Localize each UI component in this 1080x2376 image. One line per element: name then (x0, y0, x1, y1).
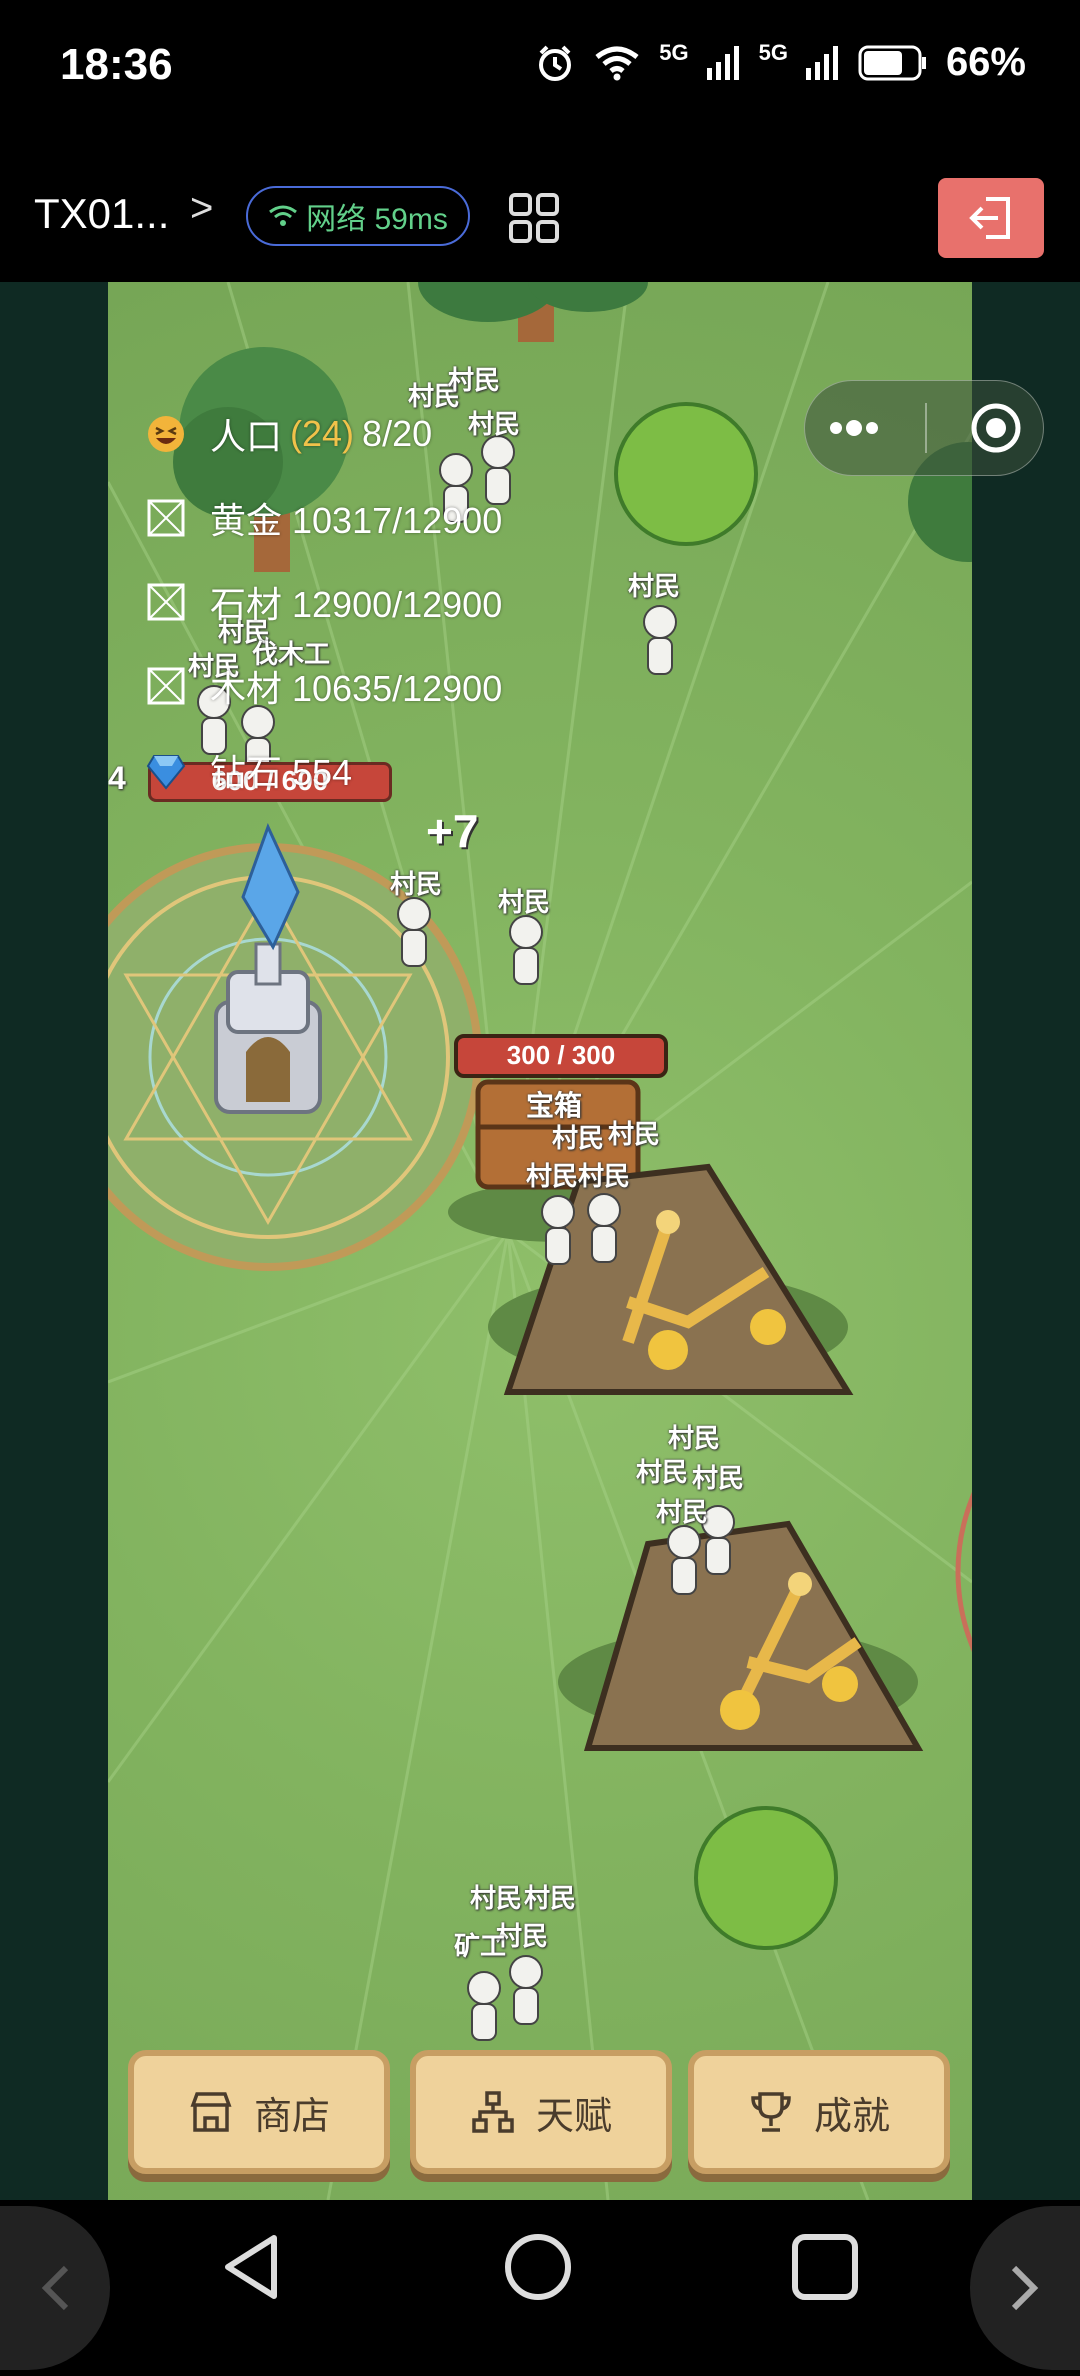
app-header: TX01... > 网络 59ms (0, 130, 1080, 282)
villager-label: 村民 (498, 887, 551, 917)
villager-label: 村民 (636, 1457, 689, 1487)
left-edge-number: 4 (108, 760, 126, 796)
chevron-right-icon (1011, 2265, 1039, 2311)
wood-value: 木材 10635/12900 (210, 668, 503, 709)
enemy-range-ring (955, 1492, 972, 1652)
gold-mine (558, 1520, 924, 1751)
gem-row: 钻石 554 (146, 744, 352, 796)
store-icon (190, 2092, 232, 2132)
back-icon[interactable] (218, 2232, 288, 2302)
population-label: 人口 (210, 416, 283, 457)
gold-row: 黄金 10317/12900 (146, 492, 502, 544)
talent-button[interactable]: 天赋 (410, 2050, 672, 2174)
chevron-right-icon[interactable]: > (190, 186, 213, 231)
wood-row: 木材 10635/12900 (146, 660, 502, 712)
villager-label: 村民 (628, 571, 681, 601)
signal-icon: 5G (659, 39, 689, 65)
chest-label: 宝箱 (526, 1090, 583, 1121)
battery-percent: 66% (945, 40, 1026, 84)
villager-label: 村民 (668, 1423, 721, 1453)
gem-icon (146, 755, 186, 790)
population-row: 人口 (24) 8/20 (146, 408, 432, 460)
gold-value: 黄金 10317/12900 (210, 500, 503, 541)
battery-icon (858, 45, 926, 80)
image-placeholder-icon (147, 499, 185, 537)
alarm-icon (539, 45, 572, 81)
chevron-left-icon (41, 2265, 69, 2311)
stone-value: 石材 12900/12900 (210, 584, 503, 625)
mini-program-capsule (804, 380, 1044, 476)
app-title[interactable]: TX01... (34, 190, 169, 238)
home-icon[interactable] (503, 2232, 573, 2302)
status-time: 18:36 (60, 40, 173, 89)
bush (614, 402, 758, 546)
chest-hp-bar: 300 / 300 (454, 1034, 668, 1078)
letterbox-left (0, 282, 108, 2200)
record-icon[interactable] (970, 402, 1022, 454)
capsule-divider (924, 403, 927, 453)
villager-label: 村民 (578, 1161, 631, 1191)
stone-row: 石材 12900/12900 (146, 576, 502, 628)
villager-label: 村民 (448, 365, 501, 395)
laugh-emoji-icon (148, 416, 184, 452)
reward-popup: +7 (426, 805, 479, 857)
status-bar: 18:36 5G 5G 66% (0, 0, 1080, 130)
miner-label: 矿工 (454, 1931, 507, 1961)
hierarchy-icon (472, 2091, 514, 2133)
wifi-icon (269, 205, 298, 226)
villager-label: 村民 (608, 1119, 661, 1149)
signal-bars-icon (805, 45, 838, 80)
villager-label: 村民 (526, 1161, 579, 1191)
villager-label: 村民 (524, 1883, 577, 1913)
network-status[interactable]: 网络 59ms (246, 186, 470, 246)
more-icon[interactable] (826, 418, 882, 438)
gem-value: 钻石 554 (210, 752, 353, 793)
signal-icon: 5G (758, 39, 788, 65)
letterbox-right (972, 282, 1080, 2200)
villager-label: 村民 (656, 1497, 709, 1527)
talent-label: 天赋 (535, 2095, 612, 2138)
achievement-label: 成就 (813, 2095, 890, 2138)
wifi-icon (595, 46, 639, 80)
villager-label: 村民 (470, 1883, 523, 1913)
villager-label: 村民 (390, 869, 443, 899)
game-canvas[interactable]: 村民 村民 村民 村民 村民 伐木工 村民 村民 村民 村民 村民 村民 村民 … (108, 282, 972, 2200)
villager-label: 村民 (468, 409, 521, 439)
shop-label: 商店 (253, 2095, 330, 2138)
bush (694, 1806, 838, 1950)
villager-label: 村民 (692, 1463, 745, 1493)
recents-icon[interactable] (790, 2232, 860, 2302)
grid-icon[interactable] (508, 192, 560, 244)
exit-button[interactable] (938, 178, 1044, 258)
image-placeholder-icon (147, 583, 185, 621)
population-count: (24) (290, 413, 355, 454)
image-placeholder-icon (147, 667, 185, 705)
achievement-button[interactable]: 成就 (688, 2050, 950, 2174)
network-label: 网络 59ms (306, 203, 448, 236)
population-value: 8/20 (362, 413, 433, 454)
shop-button[interactable]: 商店 (128, 2050, 390, 2174)
trophy-icon (751, 2092, 791, 2132)
exit-icon (969, 197, 1010, 239)
signal-bars-icon (706, 45, 739, 80)
tree (418, 282, 648, 342)
status-icons: 5G 5G 66% (535, 40, 1026, 85)
